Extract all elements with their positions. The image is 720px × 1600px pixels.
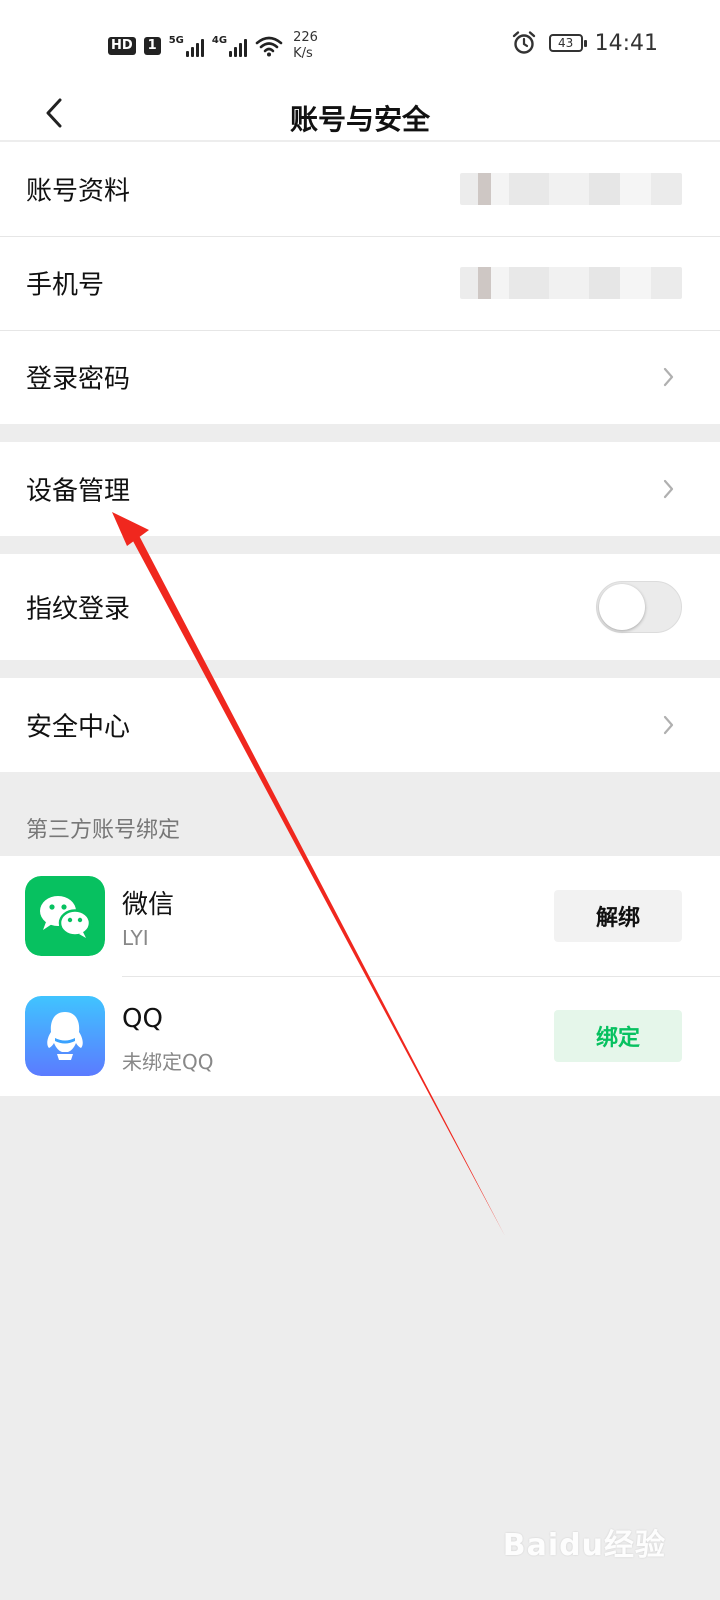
row-account-profile-label: 账号资料 <box>26 176 131 207</box>
row-device-management[interactable]: 设备管理 <box>0 442 720 536</box>
status-left: HD 1 5G 4G 226 K/s <box>108 30 318 62</box>
wechat-account: LYI <box>122 926 149 950</box>
third-party-group: 微信 LYI 解绑 QQ 未绑定QQ 绑定 <box>0 856 720 1096</box>
row-fingerprint-login-label: 指纹登录 <box>26 594 131 625</box>
account-profile-value-redacted <box>460 173 682 205</box>
alarm-icon <box>512 31 535 54</box>
security-group: 安全中心 <box>0 678 720 772</box>
row-account-profile[interactable]: 账号资料 <box>0 142 720 236</box>
status-bar: HD 1 5G 4G 226 K/s 43 14:41 <box>0 0 720 90</box>
qq-icon <box>25 996 105 1076</box>
wechat-unbind-button[interactable]: 解绑 <box>554 890 682 942</box>
wechat-icon <box>25 876 105 956</box>
nav-bar: 账号与安全 <box>0 90 720 140</box>
device-group: 设备管理 <box>0 442 720 536</box>
hd-badge: HD <box>108 37 136 55</box>
account-group: 账号资料 手机号 登录密码 <box>0 142 720 424</box>
battery-level: 43 <box>557 36 574 50</box>
row-login-password-label: 登录密码 <box>26 364 131 395</box>
baidu-watermark: Baidu经验 <box>502 1528 666 1563</box>
row-device-management-label: 设备管理 <box>26 476 131 507</box>
signal-5g-label: 5G <box>168 35 184 46</box>
status-right: 43 14:41 <box>511 30 658 56</box>
network-speed-value: 226 <box>293 30 318 45</box>
network-speed: 226 K/s <box>293 30 318 62</box>
signal-4g-icon: 4G <box>211 35 248 57</box>
page-title: 账号与安全 <box>289 103 430 136</box>
row-security-center-label: 安全中心 <box>26 712 131 743</box>
row-security-center[interactable]: 安全中心 <box>0 678 720 772</box>
phone-number-value-redacted <box>460 267 682 299</box>
signal-5g-icon: 5G <box>169 35 204 57</box>
signal-4g-label: 4G <box>211 35 228 46</box>
fingerprint-group: 指纹登录 <box>0 554 720 660</box>
third-party-item-wechat: 微信 LYI 解绑 <box>0 856 720 976</box>
qq-name: QQ <box>122 1004 163 1034</box>
wifi-icon <box>255 36 283 57</box>
row-fingerprint-login: 指纹登录 <box>0 554 720 660</box>
qq-account: 未绑定QQ <box>122 1050 214 1074</box>
battery-icon: 43 <box>548 34 587 52</box>
chevron-right-icon <box>663 367 674 387</box>
row-phone-number-label: 手机号 <box>26 270 105 301</box>
row-login-password[interactable]: 登录密码 <box>0 330 720 424</box>
third-party-section-title: 第三方账号绑定 <box>26 818 181 843</box>
clock: 14:41 <box>594 30 658 56</box>
toggle-knob <box>599 584 645 630</box>
row-phone-number[interactable]: 手机号 <box>0 236 720 330</box>
fingerprint-toggle[interactable] <box>596 581 682 633</box>
wechat-name: 微信 <box>122 890 175 920</box>
qq-bind-button[interactable]: 绑定 <box>554 1010 682 1062</box>
chevron-right-icon <box>663 715 674 735</box>
network-speed-unit: K/s <box>293 46 313 61</box>
third-party-item-qq: QQ 未绑定QQ 绑定 <box>0 976 720 1096</box>
sim-badge: 1 <box>143 37 161 55</box>
chevron-right-icon <box>663 479 674 499</box>
